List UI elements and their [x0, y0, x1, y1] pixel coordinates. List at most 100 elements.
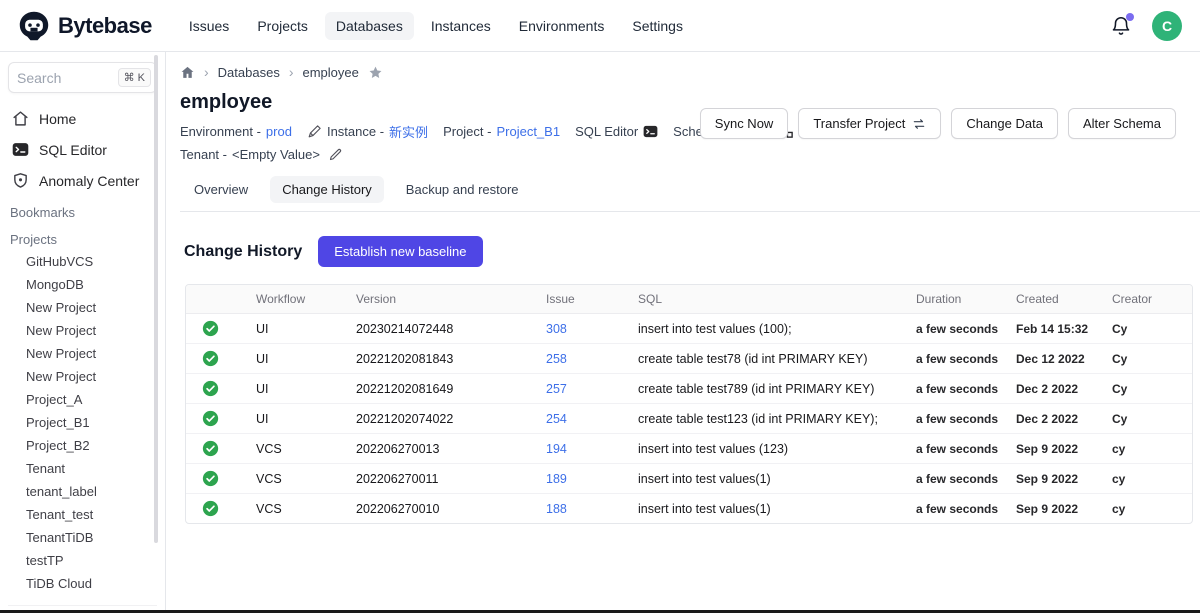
sidebar-project-item[interactable]: TenantTiDB	[8, 526, 157, 549]
table-row[interactable]: UI 20221202081649 257 create table test7…	[186, 374, 1192, 404]
cell-creator: cy	[1104, 494, 1192, 524]
cell-version: 202206270010	[348, 494, 538, 524]
cell-workflow: VCS	[248, 494, 348, 524]
environment-meta: Environment - prod	[180, 124, 292, 139]
issue-link[interactable]: 258	[538, 344, 630, 374]
top-navbar: Bytebase Issues Projects Databases Insta…	[0, 0, 1200, 52]
tab-backup-restore[interactable]: Backup and restore	[394, 176, 531, 203]
sidebar-item-home[interactable]: Home	[8, 103, 157, 134]
nav-issues[interactable]: Issues	[178, 12, 240, 40]
breadcrumb-databases[interactable]: Databases	[218, 65, 280, 80]
breadcrumb-separator: ›	[204, 64, 209, 80]
cell-sql: insert into test values(1)	[630, 494, 908, 524]
sidebar-project-item[interactable]: New Project	[8, 319, 157, 342]
sql-editor-link[interactable]: SQL Editor	[575, 124, 658, 139]
home-icon[interactable]	[180, 65, 195, 80]
tenant-meta-row: Tenant - <Empty Value>	[180, 147, 1176, 162]
tenant-label: Tenant -	[180, 147, 227, 162]
bytebase-logo[interactable]: Bytebase	[18, 10, 152, 42]
col-workflow: Workflow	[248, 285, 348, 314]
cell-workflow: VCS	[248, 434, 348, 464]
issue-link[interactable]: 189	[538, 464, 630, 494]
col-duration: Duration	[908, 285, 1008, 314]
issue-link[interactable]: 188	[538, 494, 630, 524]
sidebar-project-item[interactable]: tenant_label	[8, 480, 157, 503]
sidebar-project-item[interactable]: GitHubVCS	[8, 250, 157, 273]
cell-created: Sep 9 2022	[1008, 464, 1104, 494]
environment-link[interactable]: prod	[266, 124, 292, 139]
issue-link[interactable]: 308	[538, 314, 630, 344]
issue-link[interactable]: 254	[538, 404, 630, 434]
instance-meta: Instance - 新实例	[307, 122, 428, 141]
establish-baseline-button[interactable]: Establish new baseline	[318, 236, 482, 267]
search-input[interactable]	[17, 70, 95, 86]
terminal-icon	[12, 141, 29, 158]
cell-creator: Cy	[1104, 314, 1192, 344]
cell-sql: insert into test values (123)	[630, 434, 908, 464]
sidebar-project-item[interactable]: Project_A	[8, 388, 157, 411]
success-check-icon	[202, 350, 219, 367]
col-version: Version	[348, 285, 538, 314]
tab-change-history[interactable]: Change History	[270, 176, 384, 203]
success-check-icon	[202, 320, 219, 337]
table-row[interactable]: VCS 202206270011 189 insert into test va…	[186, 464, 1192, 494]
sidebar-project-item[interactable]: MongoDB	[8, 273, 157, 296]
transfer-project-button[interactable]: Transfer Project	[798, 108, 941, 139]
button-label: Sync Now	[715, 116, 774, 131]
sidebar-scrollbar[interactable]	[154, 55, 158, 543]
table-row[interactable]: VCS 202206270010 188 insert into test va…	[186, 494, 1192, 524]
cell-created: Dec 2 2022	[1008, 374, 1104, 404]
sidebar-item-anomaly-center[interactable]: Anomaly Center	[8, 165, 157, 196]
table-row[interactable]: UI 20221202081843 258 create table test7…	[186, 344, 1192, 374]
change-data-button[interactable]: Change Data	[951, 108, 1058, 139]
issue-link[interactable]: 194	[538, 434, 630, 464]
sidebar-project-item[interactable]: New Project	[8, 365, 157, 388]
sidebar-project-item[interactable]: Project_B2	[8, 434, 157, 457]
breadcrumb-employee[interactable]: employee	[303, 65, 359, 80]
sync-now-button[interactable]: Sync Now	[700, 108, 789, 139]
nav-databases[interactable]: Databases	[325, 12, 414, 40]
sidebar-project-item[interactable]: TiDB Cloud	[8, 572, 157, 595]
cell-sql: create table test789 (id int PRIMARY KEY…	[630, 374, 908, 404]
sidebar-project-item[interactable]: testTP	[8, 549, 157, 572]
cell-duration: a few seconds	[908, 404, 1008, 434]
col-created: Created	[1008, 285, 1104, 314]
cell-duration: a few seconds	[908, 494, 1008, 524]
button-label: Change Data	[966, 116, 1043, 131]
sidebar-project-item[interactable]: Tenant_test	[8, 503, 157, 526]
main-content: › Databases › employee employee Environm…	[166, 52, 1200, 613]
bookmark-star-icon[interactable]	[368, 65, 383, 80]
user-avatar[interactable]: C	[1152, 11, 1182, 41]
tab-overview[interactable]: Overview	[182, 176, 260, 203]
cell-created: Dec 12 2022	[1008, 344, 1104, 374]
alter-schema-button[interactable]: Alter Schema	[1068, 108, 1176, 139]
database-tabs: Overview Change History Backup and resto…	[180, 176, 1200, 212]
tenant-value: <Empty Value>	[232, 147, 320, 162]
nav-environments[interactable]: Environments	[508, 12, 616, 40]
cell-sql: insert into test values(1)	[630, 464, 908, 494]
table-row[interactable]: UI 20230214072448 308 insert into test v…	[186, 314, 1192, 344]
cell-creator: cy	[1104, 434, 1192, 464]
table-row[interactable]: VCS 202206270013 194 insert into test va…	[186, 434, 1192, 464]
instance-link[interactable]: 新实例	[389, 122, 428, 141]
nav-instances[interactable]: Instances	[420, 12, 502, 40]
col-issue: Issue	[538, 285, 630, 314]
transfer-arrows-icon	[912, 117, 926, 131]
sidebar-project-item[interactable]: New Project	[8, 296, 157, 319]
sidebar-project-item[interactable]: Project_B1	[8, 411, 157, 434]
cell-created: Sep 9 2022	[1008, 434, 1104, 464]
nav-settings[interactable]: Settings	[621, 12, 694, 40]
breadcrumb: › Databases › employee	[180, 64, 1176, 80]
sidebar-project-item[interactable]: Tenant	[8, 457, 157, 480]
sidebar: ⌘ K Home SQL Editor	[0, 52, 166, 613]
cell-duration: a few seconds	[908, 344, 1008, 374]
nav-projects[interactable]: Projects	[246, 12, 319, 40]
project-link[interactable]: Project_B1	[496, 124, 560, 139]
table-row[interactable]: UI 20221202074022 254 create table test1…	[186, 404, 1192, 434]
sidebar-item-sql-editor[interactable]: SQL Editor	[8, 134, 157, 165]
cell-sql: insert into test values (100);	[630, 314, 908, 344]
notifications-bell-icon[interactable]	[1110, 15, 1132, 37]
edit-pencil-icon[interactable]	[328, 147, 343, 162]
sidebar-project-item[interactable]: New Project	[8, 342, 157, 365]
issue-link[interactable]: 257	[538, 374, 630, 404]
